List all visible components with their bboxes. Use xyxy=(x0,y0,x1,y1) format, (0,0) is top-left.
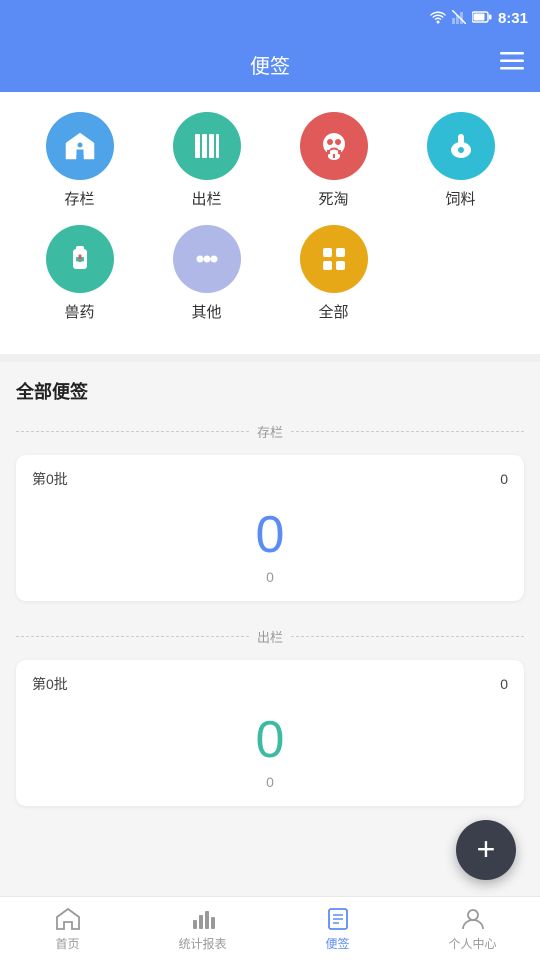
category-exit[interactable]: 出栏 xyxy=(152,112,262,209)
nav-home-label: 首页 xyxy=(55,935,79,952)
storage-icon-circle xyxy=(46,112,114,180)
home-nav-icon xyxy=(55,906,81,932)
note-card-2-big-number: 0 xyxy=(32,702,508,774)
header-title: 便签 xyxy=(250,50,290,79)
category-section: 存栏 出栏 xyxy=(0,92,540,354)
category-row-2: 兽药 其他 xyxy=(16,225,524,322)
exit-icon-circle xyxy=(173,112,241,180)
dead-label: 死淘 xyxy=(318,188,348,209)
nav-stats[interactable]: 统计报表 xyxy=(135,897,270,960)
nav-home[interactable]: 首页 xyxy=(0,897,135,960)
category-storage[interactable]: 存栏 xyxy=(25,112,135,209)
note-card-2[interactable]: 第0批 0 0 0 xyxy=(16,660,524,806)
menu-button[interactable] xyxy=(500,52,524,76)
nav-notes-label: 便签 xyxy=(325,935,349,952)
notes-section: 全部便签 存栏 第0批 0 0 0 出栏 第0批 0 xyxy=(0,362,540,806)
category-other[interactable]: 其他 xyxy=(152,225,262,322)
sep-line-left-2 xyxy=(16,636,249,637)
nav-stats-label: 统计报表 xyxy=(178,935,226,952)
nav-notes[interactable]: 便签 xyxy=(270,897,405,960)
exit-label: 出栏 xyxy=(191,188,221,209)
notes-nav-icon xyxy=(325,906,351,932)
dead-icon-circle xyxy=(300,112,368,180)
wifi-icon xyxy=(430,10,446,27)
all-icon-circle xyxy=(300,225,368,293)
note-card-1-header: 第0批 0 xyxy=(32,469,508,489)
fab-button[interactable]: + xyxy=(456,820,516,880)
category-feed[interactable]: 饲料 xyxy=(406,112,516,209)
sep-label-storage: 存栏 xyxy=(257,422,283,441)
other-icon-circle xyxy=(173,225,241,293)
note-card-1-big-number: 0 xyxy=(32,497,508,569)
status-time: 8:31 xyxy=(498,10,528,27)
category-dead[interactable]: 死淘 xyxy=(279,112,389,209)
all-label: 全部 xyxy=(318,301,348,322)
category-row-1: 存栏 出栏 xyxy=(16,112,524,209)
note-card-2-count: 0 xyxy=(500,676,508,692)
category-medicine[interactable]: 兽药 xyxy=(25,225,135,322)
signal-icon xyxy=(452,10,466,27)
medicine-label: 兽药 xyxy=(64,301,94,322)
sep-line-right-2 xyxy=(291,636,524,637)
nav-profile-label: 个人中心 xyxy=(448,935,496,952)
note-card-1[interactable]: 第0批 0 0 0 xyxy=(16,455,524,601)
other-label: 其他 xyxy=(191,301,221,322)
feed-icon-circle xyxy=(427,112,495,180)
note-card-2-header: 第0批 0 xyxy=(32,674,508,694)
sep-line-left-1 xyxy=(16,431,249,432)
note-card-2-batch: 第0批 xyxy=(32,674,68,694)
main-content: 存栏 出栏 xyxy=(0,92,540,902)
nav-profile[interactable]: 个人中心 xyxy=(405,897,540,960)
sep-label-exit: 出栏 xyxy=(257,627,283,646)
notes-header: 全部便签 xyxy=(0,362,540,412)
app-header: 便签 xyxy=(0,36,540,92)
category-all[interactable]: 全部 xyxy=(279,225,389,322)
sep-line-right-1 xyxy=(291,431,524,432)
stats-nav-icon xyxy=(190,906,216,932)
fab-plus-icon: + xyxy=(477,833,496,865)
notes-title: 全部便签 xyxy=(16,382,88,402)
status-bar: 8:31 xyxy=(0,0,540,36)
note-card-1-count: 0 xyxy=(500,471,508,487)
medicine-icon-circle xyxy=(46,225,114,293)
battery-icon xyxy=(472,10,492,26)
feed-label: 饲料 xyxy=(445,188,475,209)
note-card-1-sub-number: 0 xyxy=(32,569,508,589)
section-divider xyxy=(0,354,540,362)
note-card-1-batch: 第0批 xyxy=(32,469,68,489)
separator-storage: 存栏 xyxy=(0,412,540,451)
separator-exit: 出栏 xyxy=(0,617,540,656)
bottom-nav: 首页 统计报表 便签 个人中心 xyxy=(0,896,540,960)
storage-label: 存栏 xyxy=(64,188,94,209)
profile-nav-icon xyxy=(460,906,486,932)
note-card-2-sub-number: 0 xyxy=(32,774,508,794)
